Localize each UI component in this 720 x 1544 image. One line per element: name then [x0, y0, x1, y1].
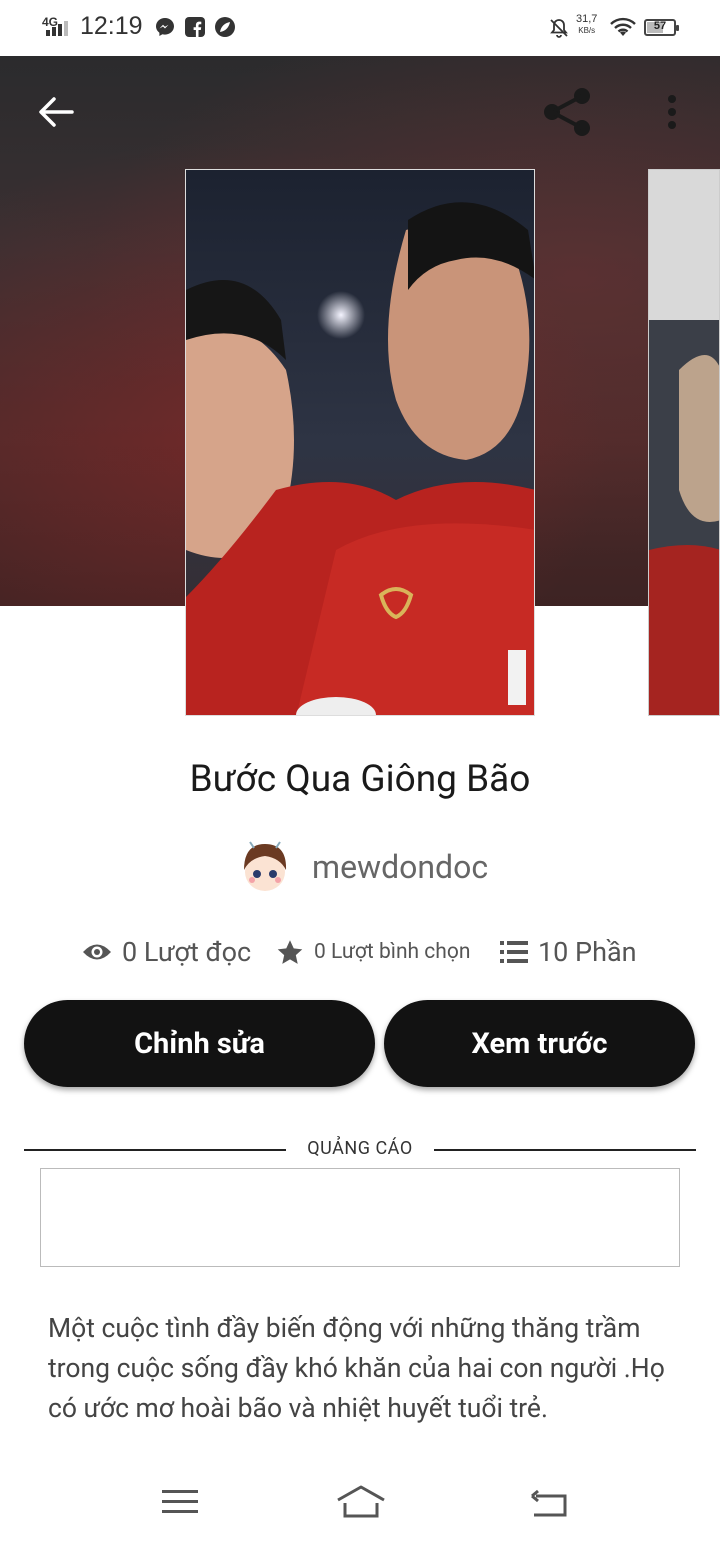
divider-right [434, 1149, 696, 1151]
next-cover-photo [649, 170, 719, 715]
cover-photo [186, 170, 534, 715]
story-description: Một cuộc tình đầy biến động với những th… [48, 1313, 665, 1424]
facebook-icon [185, 17, 205, 37]
next-story-cover[interactable] [648, 169, 720, 716]
star-icon [277, 939, 303, 964]
eye-icon [83, 944, 111, 960]
story-title: Bước Qua Giông Bão [189, 758, 531, 801]
ad-slot[interactable] [40, 1168, 680, 1267]
votes-count: 0 Lượt bình chọn [314, 940, 471, 964]
more-vertical-icon[interactable] [662, 94, 682, 132]
story-cover[interactable] [185, 169, 535, 716]
network-speed: 31,7 KB/s [576, 14, 597, 36]
battery-level: 57 [653, 20, 667, 32]
speed-unit: KB/s [578, 26, 596, 35]
messenger-icon [156, 18, 174, 36]
speed-value: 31,7 [576, 13, 598, 25]
share-icon[interactable] [540, 86, 594, 138]
author-name[interactable]: mewdondoc [312, 848, 488, 886]
status-bar: 4G 12:19 31,7 KB/s 57 [0, 0, 720, 56]
story-stats: 0 Lượt đọc 0 Lượt bình chọn 10 Phần [0, 928, 720, 976]
parts-count: 10 Phần [538, 936, 637, 968]
battery-icon: 57 [644, 19, 679, 36]
edit-button[interactable]: Chỉnh sửa [24, 1000, 375, 1087]
author-row[interactable]: mewdondoc [234, 836, 488, 898]
menu-icon[interactable] [162, 1488, 198, 1516]
clock: 12:19 [80, 12, 143, 40]
back-nav-icon[interactable] [530, 1488, 568, 1518]
votes-stat: 0 Lượt bình chọn [276, 928, 470, 976]
notifications-off-icon [550, 19, 568, 38]
reads-stat: 0 Lượt đọc [82, 928, 251, 976]
preview-button[interactable]: Xem trước [384, 1000, 695, 1087]
leaf-app-icon [215, 17, 235, 37]
arrow-left-icon[interactable] [36, 92, 76, 132]
signal-icon [46, 21, 68, 36]
avatar [234, 836, 296, 898]
parts-stat: 10 Phần [500, 928, 637, 976]
home-icon[interactable] [336, 1484, 386, 1518]
system-nav-bar [0, 1460, 720, 1544]
list-icon [500, 941, 528, 963]
reads-count: 0 Lượt đọc [122, 936, 252, 968]
wifi-icon [610, 17, 636, 36]
